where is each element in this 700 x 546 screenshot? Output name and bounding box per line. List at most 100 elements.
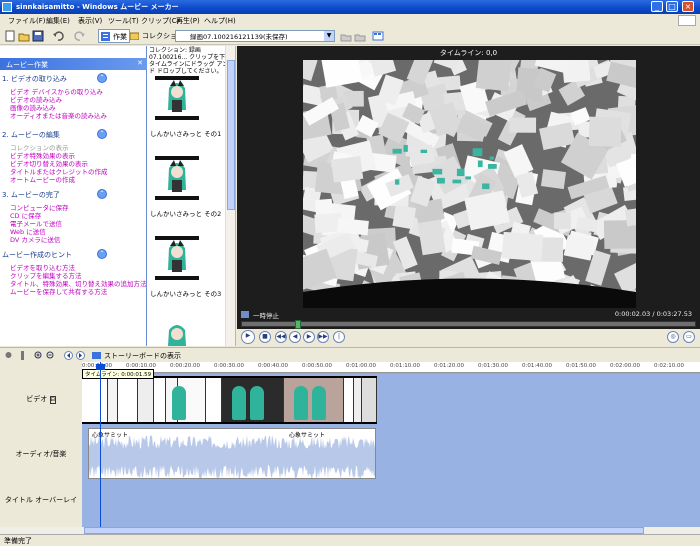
snapshot-button[interactable]: ◎ — [667, 331, 679, 343]
clip-label: しんかいさみっと その3 — [150, 290, 222, 298]
storyboard-toggle[interactable]: ストーリーボードの表示 — [104, 351, 181, 361]
video-clip[interactable] — [344, 378, 354, 422]
new-folder-icon[interactable] — [354, 30, 366, 42]
paper-scrap — [336, 217, 369, 236]
clip-thumbnail-image — [155, 156, 199, 200]
task-section-header[interactable]: 3. ムービーの完了 ⌃ — [2, 189, 107, 200]
fullscreen-button[interactable]: ▭ — [683, 331, 695, 343]
video-clip[interactable] — [108, 378, 118, 422]
video-frame — [303, 60, 636, 308]
split-button[interactable]: | — [333, 331, 345, 343]
audio-clip-label: 心象サミット — [289, 432, 326, 439]
menu-help[interactable]: ヘルプ(H) — [204, 16, 236, 26]
video-clips[interactable] — [82, 376, 377, 424]
ruler-tick-label: 0:01:10.00 — [390, 363, 420, 369]
app-icon — [2, 2, 12, 12]
collection-scrollbar[interactable] — [225, 46, 235, 346]
redo-icon[interactable] — [74, 30, 86, 42]
stop-button[interactable]: ■ — [259, 331, 271, 343]
scrollbar-thumb[interactable] — [84, 527, 644, 534]
video-clip[interactable] — [82, 378, 108, 422]
zoom-out-icon[interactable] — [46, 351, 55, 360]
video-clip[interactable] — [138, 378, 154, 422]
clip-thumbnail[interactable] — [155, 76, 199, 120]
video-clip[interactable] — [206, 378, 222, 422]
task-link[interactable]: DV カメラに送信 — [10, 234, 60, 244]
menu-clip[interactable]: クリップ(C) — [141, 16, 179, 26]
clip-thumbnail[interactable] — [155, 318, 199, 346]
audio-clip[interactable]: 心象サミット 心象サミット — [88, 428, 376, 479]
chevron-up-icon[interactable]: ⌃ — [97, 189, 107, 199]
ruler-tick-label: 0:00:40.00 — [258, 363, 288, 369]
menu-view[interactable]: 表示(V) — [78, 16, 102, 26]
previous-frame-button[interactable]: ◀◀ — [275, 331, 287, 343]
new-project-icon[interactable] — [4, 30, 16, 42]
teal-fragment — [487, 164, 497, 169]
menu-file[interactable]: ファイル(F) — [8, 16, 46, 26]
close-icon[interactable]: ✕ — [137, 59, 143, 67]
rewind-timeline-icon[interactable] — [64, 351, 73, 360]
ruler-tick-label: 0:00:20.00 — [170, 363, 200, 369]
clip-figure — [250, 386, 264, 420]
clip-figure — [294, 386, 308, 420]
collection-select[interactable]: 録画07.100216121139(未保存) ▼ — [175, 30, 335, 42]
zoom-in-icon[interactable] — [34, 351, 43, 360]
task-link[interactable]: オートムービーの作成 — [10, 174, 75, 184]
paper-scrap — [330, 155, 364, 183]
storyboard-icon[interactable] — [92, 351, 101, 360]
monitor-status: 一時停止 0:00:02.03 / 0:03:27.53 — [237, 310, 700, 320]
menu-edit[interactable]: 編集(E) — [46, 16, 70, 26]
close-button[interactable]: × — [682, 1, 694, 12]
audio-clip-label: 心象サミット — [92, 432, 129, 439]
task-link[interactable]: ムービーを保存して共有する方法 — [10, 286, 107, 296]
video-clip[interactable] — [118, 378, 138, 422]
chevron-up-icon[interactable]: ⌃ — [97, 249, 107, 259]
save-project-icon[interactable] — [32, 30, 44, 42]
maximize-button[interactable]: □ — [666, 1, 678, 12]
task-section-title: 1. ビデオの取り込み — [2, 75, 67, 83]
tasks-button[interactable]: 作業 — [98, 29, 130, 43]
clip-thumbnail[interactable] — [155, 156, 199, 200]
play-button[interactable]: ▶ — [241, 330, 255, 344]
clip-thumbnail[interactable] — [155, 236, 199, 280]
chevron-down-icon[interactable]: ▼ — [324, 31, 334, 41]
up-folder-icon[interactable] — [340, 30, 352, 42]
task-pane-title: ムービー作業 — [6, 61, 48, 69]
scrollbar-thumb[interactable] — [227, 60, 235, 210]
seek-knob[interactable] — [295, 320, 301, 329]
clip-label: しんかいさみっと その2 — [150, 210, 222, 218]
play-timeline-icon[interactable] — [76, 351, 85, 360]
open-project-icon[interactable] — [18, 30, 30, 42]
undo-icon[interactable] — [52, 30, 64, 42]
playhead[interactable] — [96, 362, 105, 534]
teal-fragment — [432, 168, 443, 175]
chevron-up-icon[interactable]: ⌃ — [97, 129, 107, 139]
audio-levels-icon[interactable] — [18, 351, 27, 360]
task-link[interactable]: オーディオまたは音楽の読み込み — [10, 110, 107, 120]
menu-play[interactable]: 再生(P) — [176, 16, 200, 26]
chevron-up-icon[interactable]: ⌃ — [97, 73, 107, 83]
views-icon[interactable] — [372, 30, 384, 42]
clip-label: しんかいさみっと その1 — [150, 130, 222, 138]
next-frame-button[interactable]: ▶▶ — [317, 331, 329, 343]
title-overlay-track[interactable] — [82, 480, 700, 534]
forward-button[interactable]: ▶ — [303, 331, 315, 343]
task-section-header[interactable]: 2. ムービーの編集 ⌃ — [2, 129, 107, 140]
video-clip[interactable] — [362, 378, 377, 422]
narration-icon[interactable] — [4, 351, 13, 360]
task-section-header[interactable]: 1. ビデオの取り込み ⌃ — [2, 73, 107, 84]
timeline-ruler[interactable]: 0:00:00.000:00:10.000:00:20.000:00:30.00… — [82, 362, 700, 373]
task-section-header[interactable]: ムービー作成のヒント ⌃ — [2, 249, 107, 260]
rewind-button[interactable]: ◀ — [289, 331, 301, 343]
timeline-scrollbar[interactable] — [0, 527, 700, 534]
video-clip[interactable] — [354, 378, 362, 422]
seek-bar[interactable] — [241, 320, 696, 329]
teal-fragment — [452, 179, 462, 184]
playhead-handle[interactable] — [96, 364, 105, 370]
minimize-button[interactable]: _ — [651, 1, 663, 12]
ruler-tick-label: 0:01:30.00 — [478, 363, 508, 369]
video-clip[interactable] — [154, 378, 166, 422]
paper-scrap — [501, 231, 544, 262]
menu-tools[interactable]: ツール(T) — [108, 16, 139, 26]
task-pane-header: ムービー作業 ✕ — [0, 58, 147, 70]
